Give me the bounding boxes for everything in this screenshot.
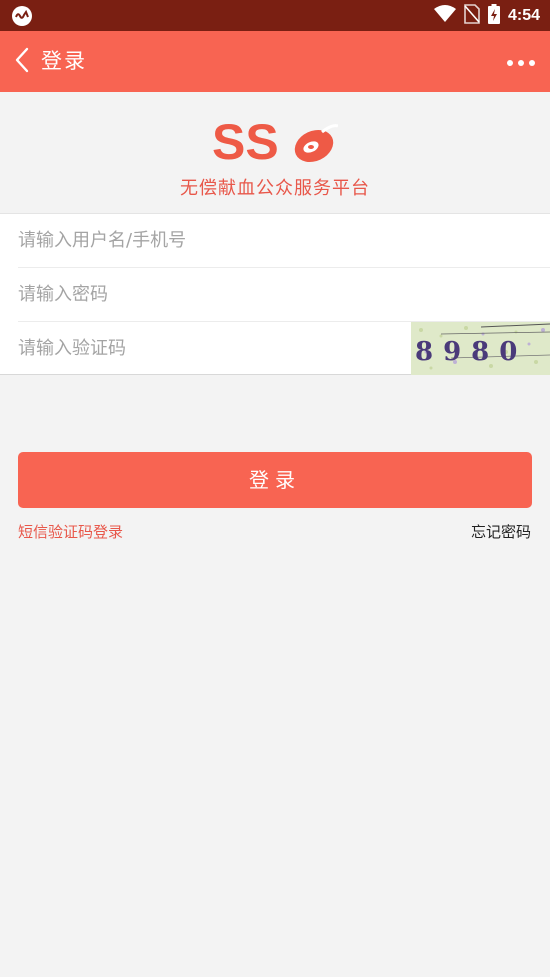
back-button[interactable]	[4, 31, 40, 92]
login-form: 8980	[0, 213, 550, 375]
password-input[interactable]	[18, 268, 398, 321]
platform-slogan: 无偿献血公众服务平台	[180, 178, 370, 199]
battery-charging-icon	[487, 4, 500, 28]
captcha-row: 8980	[18, 322, 550, 375]
status-time: 4:54	[507, 7, 540, 24]
wifi-icon	[433, 5, 456, 27]
no-sim-icon	[464, 4, 480, 28]
logo-text: SS	[212, 118, 279, 166]
app-bar: 登录	[0, 31, 550, 92]
forgot-password-link[interactable]: 忘记密码	[471, 521, 531, 542]
more-options-button[interactable]	[498, 31, 544, 92]
sso-logo: SS	[212, 114, 339, 170]
captcha-input[interactable]	[18, 322, 398, 375]
password-row	[18, 268, 550, 322]
back-arrow-icon	[14, 47, 30, 77]
more-dots-icon	[506, 52, 536, 71]
blood-drop-icon	[294, 124, 339, 163]
login-button[interactable]: 登录	[18, 452, 532, 508]
sms-login-link[interactable]: 短信验证码登录	[18, 521, 123, 542]
status-bar: 4:54	[0, 0, 550, 31]
captcha-text: 8980	[415, 337, 527, 367]
app-notification-icon	[11, 5, 33, 27]
captcha-image[interactable]: 8980	[411, 322, 550, 375]
page-title: 登录	[41, 49, 87, 73]
username-row	[18, 214, 550, 268]
username-input[interactable]	[18, 214, 398, 267]
